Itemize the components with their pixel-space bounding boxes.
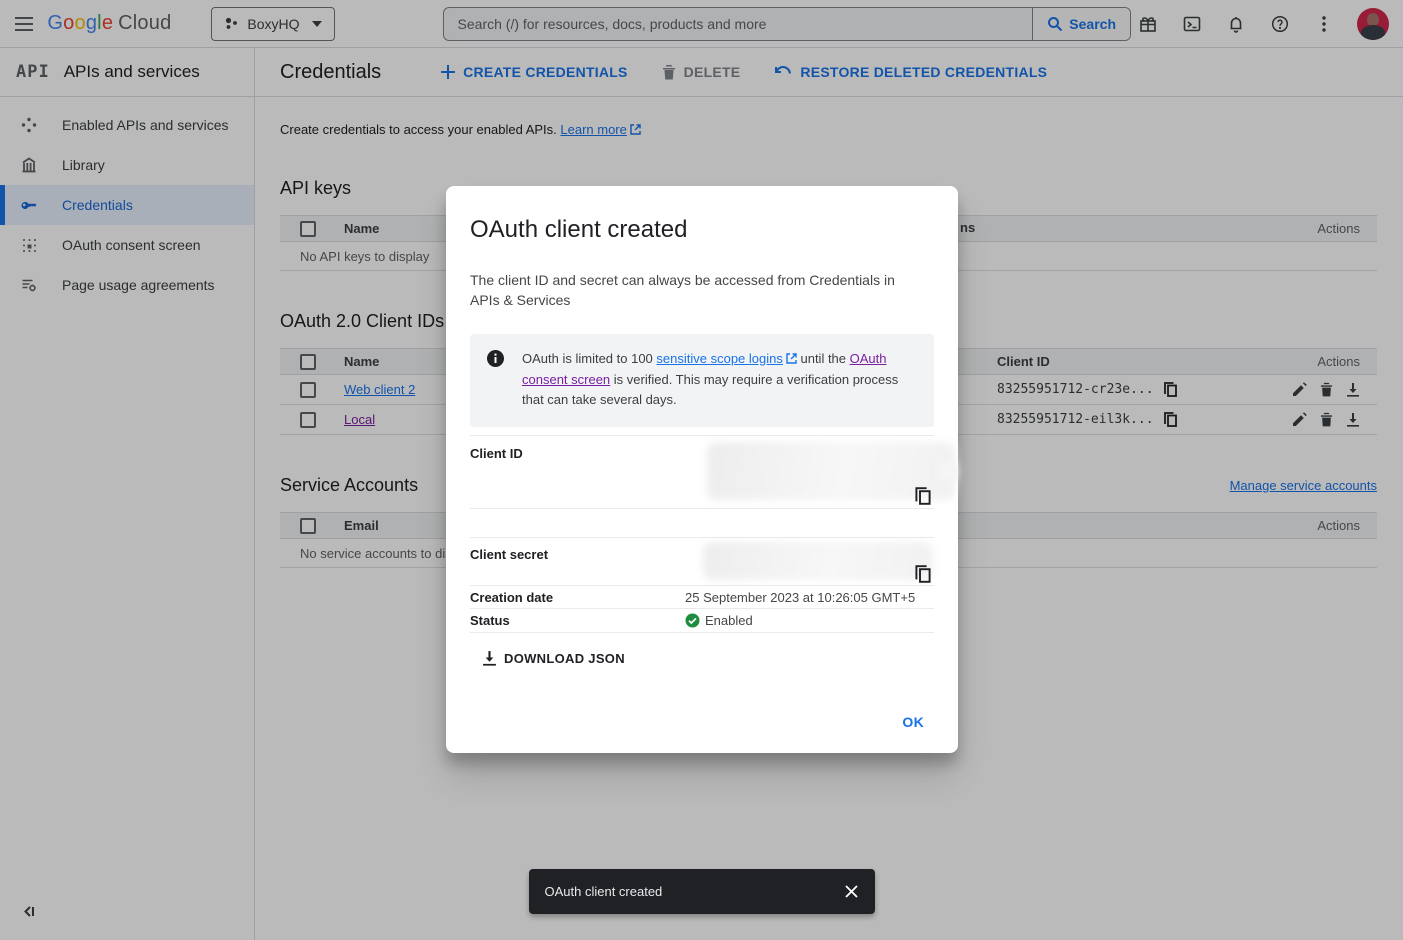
copy-icon[interactable] [915,487,931,510]
status-badge: Enabled [705,613,753,628]
download-icon [482,650,497,666]
client-secret-row: Client secret [470,537,934,585]
sensitive-scope-logins-link[interactable]: sensitive scope logins [656,351,782,366]
snackbar-message: OAuth client created [545,884,844,899]
status-label: Status [470,613,685,628]
notice-banner: OAuth is limited to 100 sensitive scope … [470,334,934,427]
client-secret-redacted [703,542,933,580]
dialog-description: The client ID and secret can always be a… [470,270,910,310]
creation-date-value: 25 September 2023 at 10:26:05 GMT+5 [685,590,934,605]
client-id-redacted [930,462,957,480]
dialog-title: OAuth client created [470,216,934,244]
notice-pre: OAuth is limited to 100 [522,351,656,366]
client-id-row: Client ID [470,435,934,508]
creation-date-row: Creation date 25 September 2023 at 10:26… [470,585,934,608]
close-icon[interactable] [844,884,859,899]
check-circle-icon [685,613,700,628]
notice-text: OAuth is limited to 100 sensitive scope … [522,349,917,410]
oauth-client-created-dialog: OAuth client created The client ID and s… [446,186,958,753]
snackbar: OAuth client created [529,869,875,914]
download-json-button[interactable]: DOWNLOAD JSON [474,644,633,672]
spacer-row [470,508,934,537]
download-json-label: DOWNLOAD JSON [504,651,625,666]
client-secret-label: Client secret [470,538,685,585]
status-row: Status Enabled [470,608,934,633]
creation-date-label: Creation date [470,590,685,605]
external-link-icon [786,350,797,370]
info-icon [486,349,505,410]
client-id-label: Client ID [470,436,685,508]
notice-mid: until the [797,351,850,366]
ok-button[interactable]: OK [894,708,932,736]
